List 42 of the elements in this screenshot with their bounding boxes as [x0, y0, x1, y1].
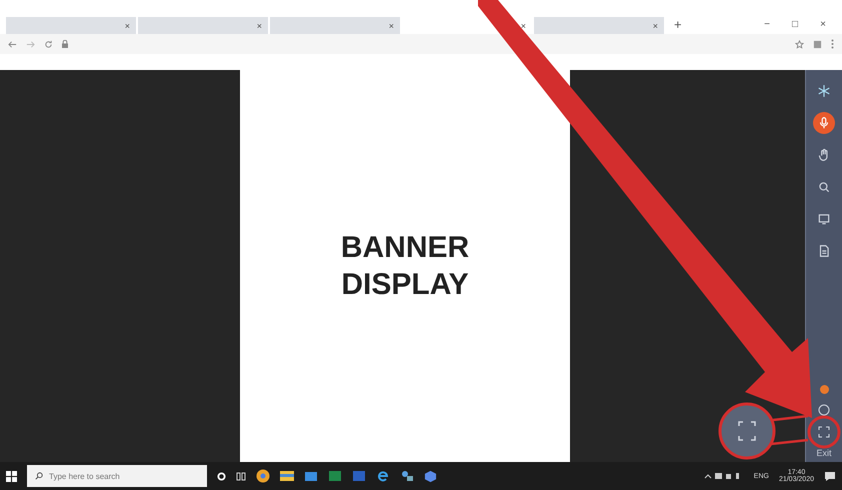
- microphone-icon: [817, 116, 831, 130]
- exit-label[interactable]: Exit: [816, 448, 832, 458]
- browser-tab[interactable]: ×: [534, 17, 664, 34]
- document-icon: [817, 244, 831, 258]
- lock-icon: [62, 40, 68, 48]
- close-icon[interactable]: ×: [652, 20, 658, 30]
- snowflake-icon: [817, 84, 831, 98]
- window-control[interactable]: −: [754, 18, 780, 30]
- browser-tab[interactable]: ×: [138, 17, 268, 34]
- status-dot-icon: [820, 385, 828, 394]
- reload-icon[interactable]: [44, 40, 53, 48]
- close-icon[interactable]: ×: [388, 20, 394, 30]
- folder-icon[interactable]: [280, 470, 294, 482]
- search-icon: [35, 472, 43, 480]
- close-icon[interactable]: ×: [256, 20, 262, 30]
- menu-icon[interactable]: [831, 39, 834, 49]
- notification-icon[interactable]: [824, 470, 836, 482]
- star-icon[interactable]: [795, 40, 804, 48]
- people-icon[interactable]: [400, 470, 414, 482]
- spreadsheet-icon[interactable]: [328, 470, 342, 482]
- close-icon[interactable]: ×: [520, 20, 526, 30]
- window-control[interactable]: ×: [810, 18, 836, 30]
- document-app-icon[interactable]: [352, 470, 366, 482]
- screen-icon: [817, 212, 831, 226]
- new-tab-button[interactable]: +: [674, 16, 682, 32]
- task-view-icon[interactable]: [236, 472, 246, 480]
- circle-icon[interactable]: [818, 404, 830, 416]
- fullscreen-icon[interactable]: [818, 426, 830, 438]
- browser-tab[interactable]: ×: [6, 17, 136, 34]
- back-icon[interactable]: [8, 40, 17, 48]
- tool-button[interactable]: [813, 112, 835, 134]
- windows-start-icon[interactable]: [6, 470, 17, 482]
- cube-icon[interactable]: [424, 470, 437, 482]
- extension-icon[interactable]: [813, 40, 822, 48]
- store-icon[interactable]: [304, 470, 318, 482]
- close-icon[interactable]: ×: [124, 20, 130, 30]
- browser-e-icon[interactable]: [376, 469, 390, 483]
- browser-tab[interactable]: ×: [270, 17, 400, 34]
- taskbar-search-field[interactable]: Type here to search: [27, 465, 207, 487]
- zoom-icon: [817, 180, 831, 194]
- banner-title: BANNER DISPLAY: [340, 230, 470, 303]
- window-control[interactable]: □: [782, 18, 808, 30]
